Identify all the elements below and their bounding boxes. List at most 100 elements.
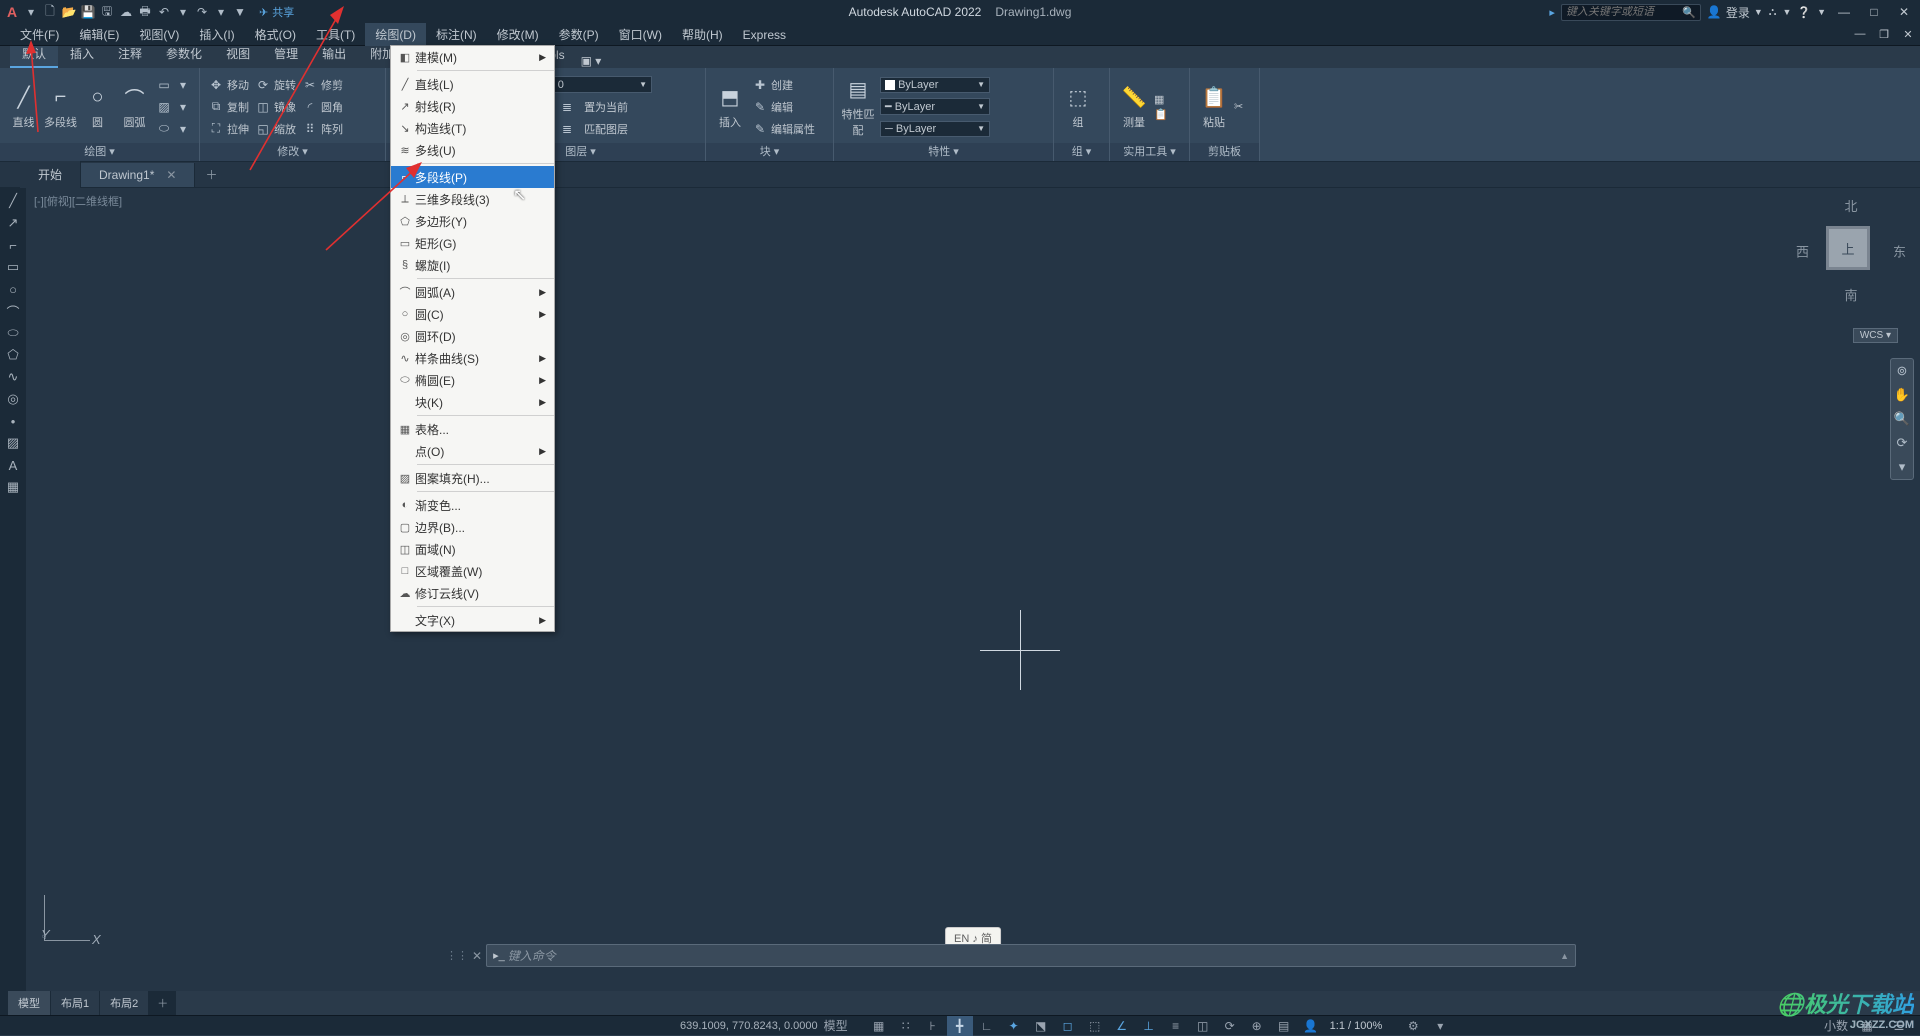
infer-toggle[interactable]: ⊦ — [920, 1016, 946, 1036]
match-props-button[interactable]: ▤特性匹配 — [840, 72, 876, 141]
mdi-min-button[interactable]: — — [1848, 28, 1872, 41]
layout1-tab[interactable]: 布局1 — [51, 991, 99, 1015]
trim-button[interactable]: ✂修剪 — [300, 75, 345, 95]
left-tool-9[interactable]: ◎ — [3, 390, 23, 408]
command-line[interactable]: ▸_ 键入命令 ▲ — [486, 944, 1576, 967]
undo-icon[interactable]: ↶ — [156, 4, 172, 20]
add-layout-button[interactable]: ＋ — [149, 991, 176, 1015]
array-button[interactable]: ⠿阵列 — [300, 119, 345, 139]
help-dd-icon[interactable]: ▼ — [1817, 7, 1826, 17]
web-icon[interactable]: ☁ — [118, 4, 134, 20]
wcs-label[interactable]: WCS ▾ — [1853, 328, 1898, 343]
search-box[interactable]: 🔍 — [1561, 4, 1701, 21]
menu-item[interactable]: ▭矩形(G) — [391, 232, 554, 254]
menu-12[interactable]: Express — [733, 25, 796, 45]
cycle-toggle[interactable]: ⟳ — [1217, 1016, 1243, 1036]
cmd-history-icon[interactable]: ▲ — [1560, 951, 1569, 961]
layout2-tab[interactable]: 布局2 — [100, 991, 148, 1015]
create-block-button[interactable]: ✚创建 — [750, 75, 817, 95]
window-restore-button[interactable]: □ — [1862, 3, 1886, 21]
left-tool-13[interactable]: ▦ — [3, 478, 23, 496]
viewcube[interactable]: 北 南 东 西 上 — [1796, 196, 1906, 306]
new-icon[interactable]: 🗋 — [42, 4, 58, 20]
move-button[interactable]: ✥移动 — [206, 75, 251, 95]
menu-item[interactable]: ▨图案填充(H)... — [391, 467, 554, 489]
menu-item[interactable]: §螺旋(I) — [391, 254, 554, 276]
edit-attrs-button[interactable]: ✎编辑属性 — [750, 119, 817, 139]
mdi-restore-button[interactable]: ❐ — [1872, 28, 1896, 41]
redo-dd-icon[interactable]: ▾ — [213, 4, 229, 20]
new-tab-button[interactable]: ＋ — [195, 161, 227, 188]
menu-11[interactable]: 帮助(H) — [672, 23, 733, 46]
menu-item[interactable]: ∿样条曲线(S)▶ — [391, 347, 554, 369]
more-status-icon[interactable]: ▾ — [1427, 1016, 1453, 1036]
left-tool-1[interactable]: ↗ — [3, 214, 23, 232]
props-panel-title[interactable]: 特性 ▾ — [834, 143, 1053, 161]
menu-7[interactable]: 标注(N) — [426, 23, 487, 46]
menu-item[interactable]: ⬠多边形(Y) — [391, 210, 554, 232]
cmd-grip-icon[interactable]: ⋮⋮ — [446, 949, 468, 962]
group-panel-title[interactable]: 组 ▾ — [1054, 143, 1109, 161]
window-close-button[interactable]: ✕ — [1892, 3, 1916, 21]
left-tool-10[interactable]: • — [3, 412, 23, 430]
menu-item[interactable]: ≋多线(U) — [391, 139, 554, 161]
space-toggle[interactable]: 模型 — [818, 1016, 854, 1036]
start-tab[interactable]: 开始 — [20, 161, 81, 188]
menu-item[interactable]: ▦表格... — [391, 418, 554, 440]
otrack-toggle[interactable]: ∠ — [1109, 1016, 1135, 1036]
grid-toggle[interactable]: ▦ — [866, 1016, 892, 1036]
menu-6[interactable]: 绘图(D) — [365, 23, 426, 46]
menu-item[interactable]: ☁修订云线(V) — [391, 582, 554, 604]
ribbon-marker-icon[interactable]: ▣ ▾ — [581, 54, 602, 68]
open-icon[interactable]: 📂 — [61, 4, 77, 20]
mdi-close-button[interactable]: ✕ — [1896, 28, 1920, 41]
close-tab-icon[interactable]: ✕ — [166, 168, 176, 182]
menu-item[interactable]: 块(K)▶ — [391, 391, 554, 413]
viewcube-face[interactable]: 上 — [1826, 226, 1870, 270]
snap-toggle[interactable]: ∷ — [893, 1016, 919, 1036]
rotate-button[interactable]: ⟳旋转 — [253, 75, 298, 95]
menu-item[interactable]: ╱直线(L) — [391, 73, 554, 95]
fillet-button[interactable]: ◜圆角 — [300, 97, 345, 117]
saveas-icon[interactable]: 🖫 — [99, 4, 115, 20]
menu-0[interactable]: 文件(F) — [10, 23, 69, 46]
dynucs-toggle[interactable]: ⊥ — [1136, 1016, 1162, 1036]
match-layer-button[interactable]: 匹配图层 — [584, 121, 628, 137]
menu-item[interactable]: ◎圆环(D) — [391, 325, 554, 347]
app-store-icon[interactable]: ⛬ — [1769, 6, 1777, 19]
menu-item[interactable]: ⬭椭圆(E)▶ — [391, 369, 554, 391]
menu-4[interactable]: 格式(O) — [245, 23, 306, 46]
showmotion-icon[interactable]: ▾ — [1899, 459, 1906, 475]
left-tool-6[interactable]: ⬭ — [3, 324, 23, 342]
edit-block-button[interactable]: ✎编辑 — [750, 97, 817, 117]
menu-item[interactable]: ◐渐变色... — [391, 494, 554, 516]
line-tool[interactable]: ╱直线 — [6, 72, 41, 141]
menu-2[interactable]: 视图(V) — [129, 23, 189, 46]
menu-5[interactable]: 工具(T) — [306, 23, 365, 46]
draw-panel-title[interactable]: 绘图 ▾ — [0, 143, 199, 161]
pan-icon[interactable]: ✋ — [1894, 387, 1910, 403]
menu-8[interactable]: 修改(M) — [487, 23, 549, 46]
qprops-toggle[interactable]: ▤ — [1271, 1016, 1297, 1036]
undo-dd-icon[interactable]: ▾ — [175, 4, 191, 20]
search-icon[interactable]: 🔍 — [1682, 6, 1696, 19]
left-tool-0[interactable]: ╱ — [3, 192, 23, 210]
paste-button[interactable]: 📋粘贴 — [1196, 72, 1232, 141]
left-tool-5[interactable]: ⌒ — [3, 302, 23, 320]
iso-toggle[interactable]: ⬔ — [1028, 1016, 1054, 1036]
left-tool-4[interactable]: ○ — [3, 280, 23, 298]
menu-item[interactable]: ▢边界(B)... — [391, 516, 554, 538]
ortho-toggle[interactable]: ∟ — [974, 1016, 1000, 1036]
appstore-dd-icon[interactable]: ▼ — [1782, 7, 1791, 17]
menu-1[interactable]: 编辑(E) — [69, 23, 129, 46]
menu-item[interactable]: 文字(X)▶ — [391, 609, 554, 631]
menu-item[interactable]: ◧建模(M)▶ — [391, 46, 554, 68]
help-icon[interactable]: ❔ — [1797, 6, 1811, 19]
set-current-button[interactable]: 置为当前 — [584, 99, 628, 115]
account-button[interactable]: 👤登录▼ — [1707, 4, 1763, 21]
menu-item[interactable]: ○圆(C)▶ — [391, 303, 554, 325]
left-tool-8[interactable]: ∿ — [3, 368, 23, 386]
viewport-label[interactable]: [-][俯视][二维线框] — [34, 193, 122, 209]
share-button[interactable]: ✈共享 — [259, 4, 294, 20]
transp-toggle[interactable]: ◫ — [1190, 1016, 1216, 1036]
